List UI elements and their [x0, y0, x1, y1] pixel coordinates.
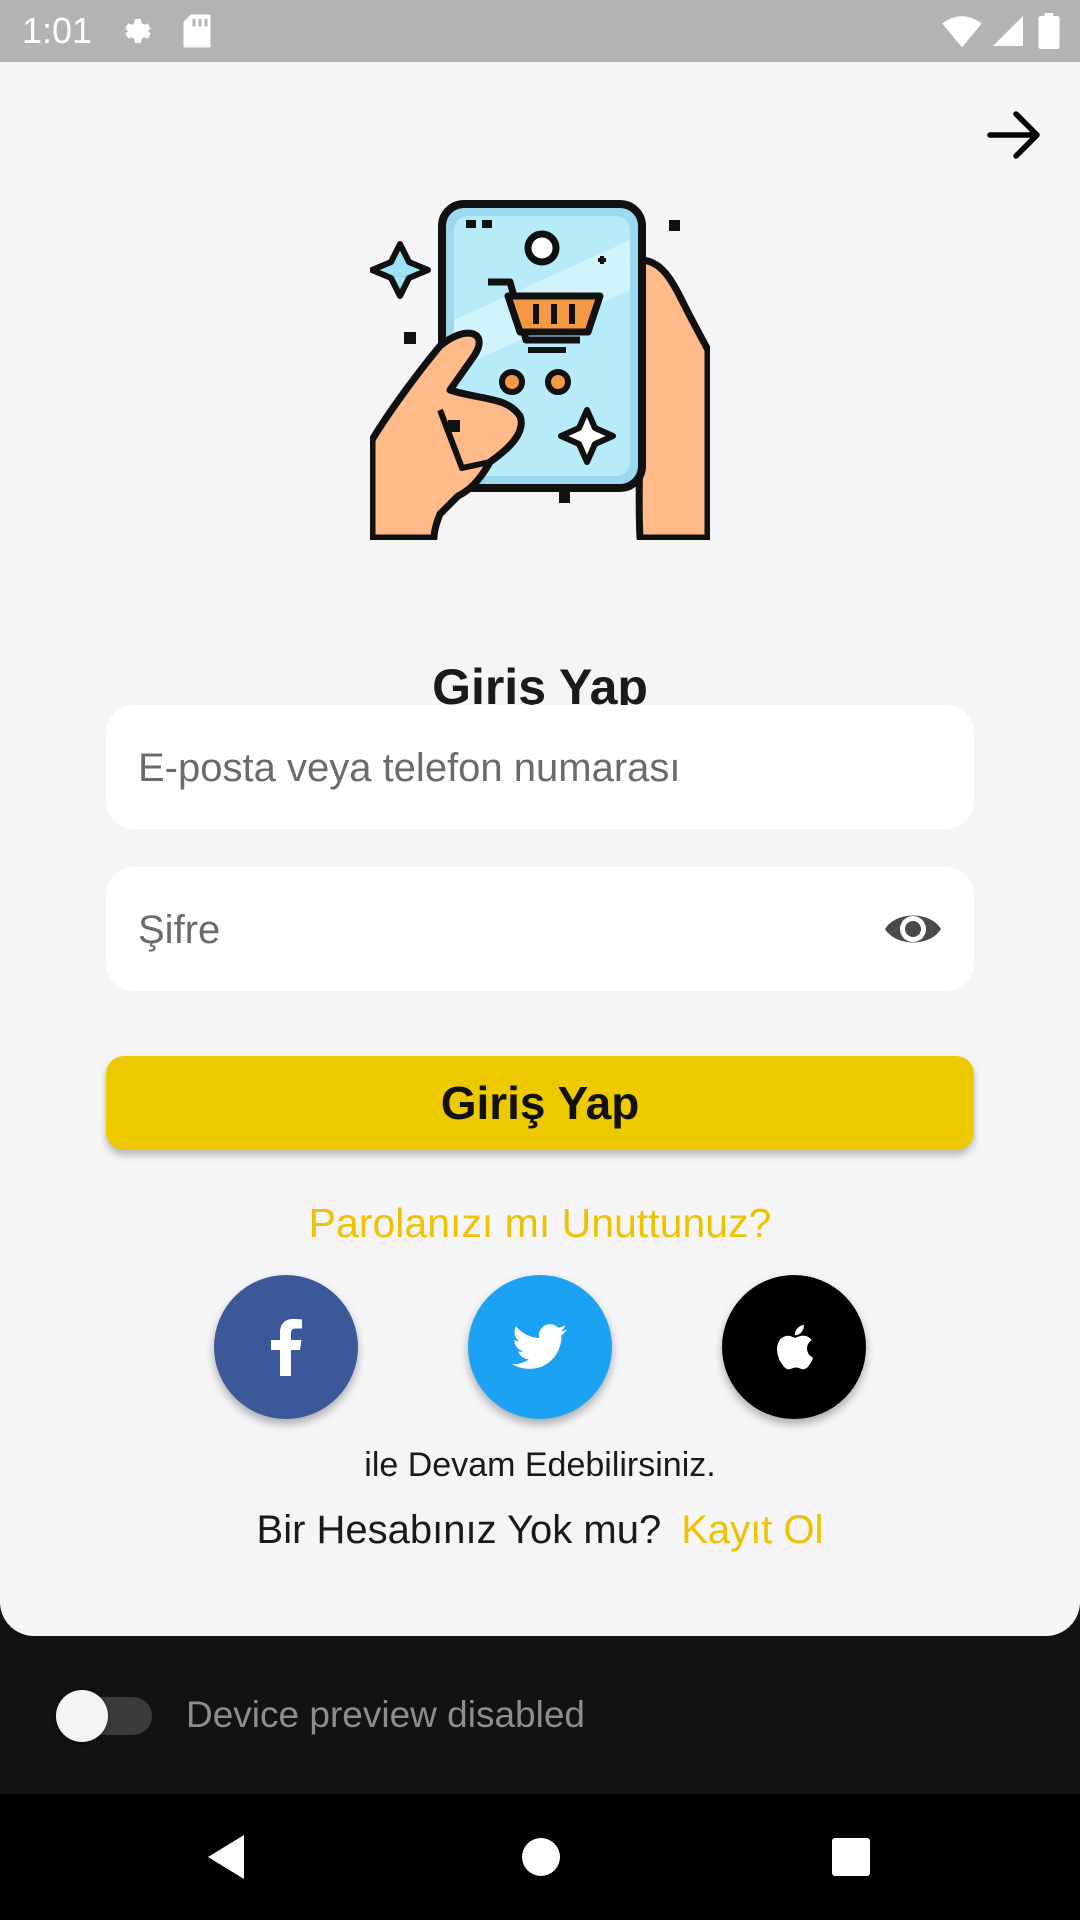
- wifi-icon: [942, 13, 982, 54]
- toggle-password-visibility-button[interactable]: [882, 905, 944, 953]
- password-input[interactable]: [136, 867, 900, 993]
- signal-icon: [990, 13, 1026, 54]
- status-time: 1:01: [22, 10, 93, 51]
- login-button[interactable]: Giriş Yap: [106, 1056, 974, 1150]
- forgot-password-link[interactable]: Parolanızı mı Unuttunuz?: [0, 1200, 1080, 1247]
- home-button[interactable]: [516, 1832, 566, 1882]
- signup-prompt: Bir Hesabınız Yok mu?: [256, 1508, 662, 1552]
- signup-link[interactable]: Kayıt Ol: [681, 1508, 823, 1552]
- facebook-icon: [271, 1319, 302, 1376]
- gear-icon: [120, 13, 156, 54]
- email-field[interactable]: [106, 705, 974, 831]
- email-input[interactable]: [136, 705, 900, 831]
- twitter-icon: [512, 1324, 567, 1369]
- back-icon: [208, 1835, 244, 1879]
- navigation-bar: [0, 1794, 1080, 1920]
- apple-icon: [777, 1325, 814, 1370]
- twitter-login-button[interactable]: [468, 1275, 612, 1419]
- apple-login-button[interactable]: [722, 1275, 866, 1419]
- recents-icon: [832, 1838, 870, 1876]
- battery-icon: [1038, 13, 1060, 54]
- next-button[interactable]: [984, 100, 1044, 170]
- arrow-right-icon: [987, 111, 1040, 159]
- back-button[interactable]: [202, 1832, 252, 1882]
- signup-row: Bir Hesabınız Yok mu? Kayıt Ol: [0, 1508, 1080, 1553]
- device-preview-label: Device preview disabled: [186, 1694, 585, 1735]
- status-bar: 1:01: [0, 0, 1080, 62]
- device-preview-toggle[interactable]: [56, 1690, 152, 1742]
- social-continue-text: ile Devam Edebilirsiniz.: [364, 1446, 716, 1484]
- home-icon: [522, 1838, 560, 1876]
- hero-illustration: [368, 200, 712, 542]
- login-screen: Giriş Yap Giriş Yap Parolanızı mı Unuttu…: [0, 62, 1080, 1636]
- sd-card-icon: [182, 13, 212, 54]
- toggle-knob: [56, 1690, 108, 1742]
- facebook-login-button[interactable]: [214, 1275, 358, 1419]
- eye-icon: [885, 915, 941, 943]
- recents-button[interactable]: [826, 1832, 876, 1882]
- password-field[interactable]: [106, 867, 974, 993]
